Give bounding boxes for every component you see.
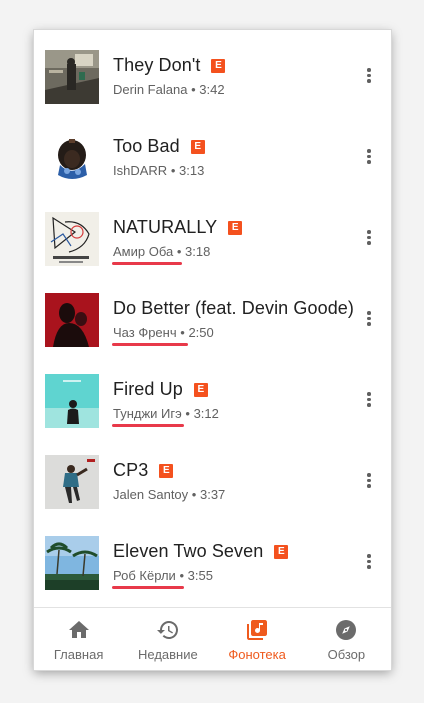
track-duration: 3:55: [187, 568, 213, 583]
track-subtitle: Амир Оба • 3:18: [113, 244, 210, 259]
separator-dot: •: [180, 325, 185, 340]
explicit-badge: E: [211, 58, 226, 73]
track-duration: 2:50: [188, 325, 214, 340]
history-icon: [156, 621, 178, 639]
explore-icon: [336, 620, 357, 640]
album-art-naturally: [45, 212, 99, 266]
track-duration: 3:13: [179, 163, 205, 178]
highlight-underline: [112, 424, 184, 427]
track-subtitle: Derin Falana • 3:42: [113, 82, 225, 97]
track-row[interactable]: CP3 E Jalen Santoy • 3:37: [34, 435, 391, 516]
bottom-navigation: Главная Недавние Фонотека Обзор: [34, 607, 391, 670]
more-options-icon[interactable]: [360, 230, 378, 250]
track-subtitle: Jalen Santoy • 3:37: [113, 487, 225, 502]
track-row[interactable]: Too Bad E IshDARR • 3:13: [34, 111, 391, 192]
track-duration: 3:42: [199, 82, 225, 97]
nav-tab-explore[interactable]: Обзор: [302, 608, 391, 670]
artist-name: Роб Кёрли: [113, 568, 176, 583]
artist-name: Jalen Santoy: [113, 487, 189, 502]
more-options-icon[interactable]: [360, 68, 378, 88]
track-row[interactable]: Fired Up E Тунджи Игэ • 3:12: [34, 354, 391, 435]
track-title: Too Bad: [113, 136, 180, 156]
explicit-badge: E: [159, 463, 174, 478]
artist-name: Тунджи Игэ: [113, 406, 182, 421]
album-art-eleven-two-seven: [45, 536, 99, 590]
track-title: NATURALLY: [113, 217, 218, 237]
nav-label: Обзор: [327, 647, 366, 662]
album-art-fired-up: [45, 374, 99, 428]
album-art-cp3: [45, 455, 99, 509]
track-row[interactable]: They Don't E Derin Falana • 3:42: [34, 30, 391, 111]
separator-dot: •: [179, 568, 185, 583]
nav-tab-home[interactable]: Главная: [34, 608, 123, 670]
track-row[interactable]: Do Better (feat. Devin Goode) E Чаз Френ…: [34, 273, 391, 354]
separator-dot: •: [185, 406, 190, 421]
track-title: They Don't: [113, 55, 201, 75]
highlight-underline: [112, 262, 182, 265]
track-row[interactable]: Eleven Two Seven E Роб Кёрли • 3:55: [34, 516, 391, 597]
more-options-icon[interactable]: [360, 149, 378, 169]
explicit-badge: E: [228, 220, 243, 235]
track-duration: 3:37: [199, 487, 226, 502]
track-subtitle: Роб Кёрли • 3:55: [113, 568, 213, 583]
track-row[interactable]: NATURALLY E Амир Оба • 3:18: [34, 192, 391, 273]
album-art-do-better: [45, 293, 99, 347]
highlight-underline: [112, 586, 184, 589]
album-art-they-dont: [45, 50, 99, 104]
track-duration: 3:12: [193, 406, 219, 421]
highlight-underline: [112, 343, 188, 346]
separator-dot: •: [191, 82, 196, 97]
explicit-badge: E: [190, 139, 205, 154]
nav-label: Фонотека: [228, 647, 286, 662]
track-title: Fired Up: [113, 379, 183, 399]
nav-label: Главная: [53, 647, 104, 662]
phone-screen: They Don't E Derin Falana • 3:42 Too Bad…: [34, 30, 391, 670]
artist-name: IshDARR: [113, 163, 168, 178]
track-title: Eleven Two Seven: [113, 541, 264, 561]
nav-tab-library[interactable]: Фонотека: [213, 608, 302, 670]
separator-dot: •: [170, 163, 176, 178]
explicit-badge: E: [193, 382, 208, 397]
artist-name: Чаз Френч: [113, 325, 177, 340]
track-duration: 3:18: [185, 244, 211, 259]
separator-dot: •: [191, 487, 197, 502]
home-icon: [68, 621, 89, 638]
track-subtitle: Тунджи Игэ • 3:12: [113, 406, 219, 421]
library-music-icon: [247, 620, 268, 640]
more-options-icon[interactable]: [360, 392, 378, 412]
track-title: Do Better (feat. Devin Goode): [113, 298, 355, 318]
explicit-badge: E: [274, 544, 289, 559]
track-subtitle: Чаз Френч • 2:50: [113, 325, 214, 340]
more-options-icon[interactable]: [360, 473, 378, 493]
artist-name: Амир Оба: [113, 244, 174, 259]
artist-name: Derin Falana: [113, 82, 188, 97]
nav-tab-recent[interactable]: Недавние: [123, 608, 212, 670]
track-title: CP3: [113, 460, 149, 480]
nav-label: Недавние: [138, 647, 198, 662]
more-options-icon[interactable]: [360, 554, 378, 574]
more-options-icon[interactable]: [360, 311, 378, 331]
album-art-too-bad: [45, 131, 99, 185]
separator-dot: •: [176, 244, 182, 259]
track-list: They Don't E Derin Falana • 3:42 Too Bad…: [34, 30, 391, 597]
track-subtitle: IshDARR • 3:13: [113, 163, 204, 178]
